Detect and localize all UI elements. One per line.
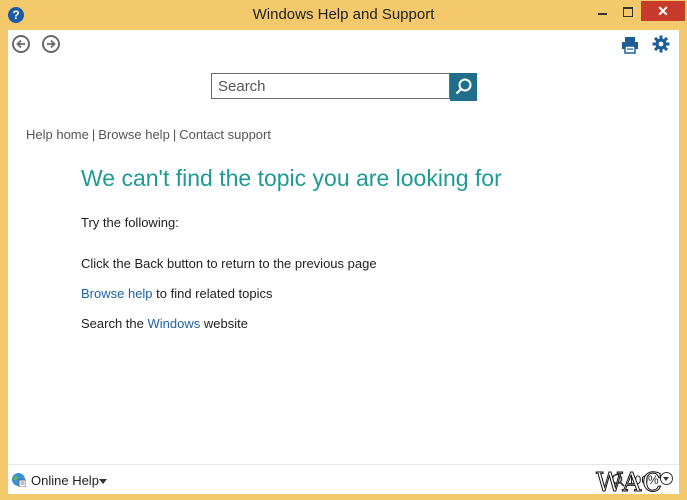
browse-rest-text: to find related topics xyxy=(152,286,273,301)
content-area: Help home|Browse help|Contact support We… xyxy=(8,30,679,464)
back-arrow-icon xyxy=(16,39,25,49)
forward-button[interactable] xyxy=(42,35,60,53)
minimize-button[interactable] xyxy=(589,1,615,21)
breadcrumb-separator: | xyxy=(172,127,177,142)
browse-help-link[interactable]: Browse help xyxy=(98,127,170,142)
print-icon[interactable] xyxy=(621,36,639,54)
try-text: Try the following: xyxy=(81,215,179,230)
breadcrumb: Help home | Browse help | Contact support xyxy=(26,127,271,142)
maximize-button[interactable] xyxy=(615,1,641,21)
globe-icon xyxy=(12,473,26,487)
maximize-icon xyxy=(623,6,633,17)
online-help-dropdown[interactable]: Online Help xyxy=(31,473,99,488)
gear-icon[interactable] xyxy=(652,35,670,53)
search-input[interactable] xyxy=(218,75,448,97)
contact-support-link[interactable]: Contact support xyxy=(179,127,271,142)
help-window: ? Windows Help and Support ✕ Search Help… xyxy=(0,0,687,500)
search-button[interactable] xyxy=(450,73,477,101)
window-title: Windows Help and Support xyxy=(252,6,435,23)
breadcrumb-separator: | xyxy=(91,127,96,142)
watermark: WAC xyxy=(595,468,664,499)
browse-help-inline-link[interactable]: Browse help xyxy=(81,286,153,301)
status-bar: Online Help 100% xyxy=(8,464,679,494)
help-home-link[interactable]: Help home xyxy=(26,127,89,142)
search-box xyxy=(211,73,450,99)
forward-arrow-icon xyxy=(47,39,56,49)
title-bar: ? Windows Help and Support ✕ xyxy=(0,0,687,30)
search-instruction: Search the Windows website xyxy=(81,316,248,331)
back-button[interactable] xyxy=(12,35,30,53)
windows-website-link[interactable]: Windows xyxy=(148,316,201,331)
search-prefix-text: Search the xyxy=(81,316,148,331)
close-button[interactable]: ✕ xyxy=(641,1,685,21)
search-suffix-text: website xyxy=(200,316,248,331)
search-icon xyxy=(455,78,472,95)
page-heading: We can't find the topic you are looking … xyxy=(81,165,502,191)
back-instruction: Click the Back button to return to the p… xyxy=(81,256,377,271)
minimize-icon xyxy=(597,12,607,15)
chevron-down-icon[interactable] xyxy=(99,479,107,484)
browse-instruction: Browse help to find related topics xyxy=(81,286,273,301)
